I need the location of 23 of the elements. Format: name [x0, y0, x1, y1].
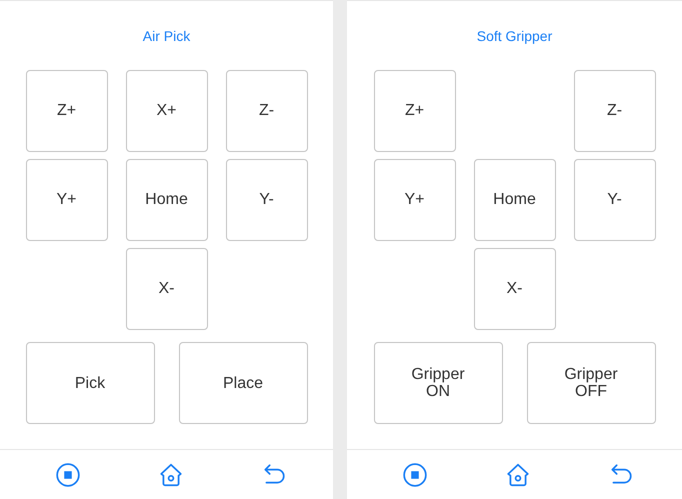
jog-button[interactable]: Y-	[574, 159, 656, 241]
home-icon[interactable]	[505, 462, 531, 488]
jog-button[interactable]: Z+	[26, 70, 108, 152]
action-button[interactable]: Pick	[26, 342, 154, 424]
jog-button[interactable]: X+	[126, 70, 208, 152]
action-button[interactable]: Gripper ON	[374, 342, 502, 424]
panel-title: Air Pick	[142, 27, 190, 45]
stop-icon[interactable]	[402, 462, 428, 488]
panel-title: Soft Gripper	[476, 27, 552, 45]
jog-button[interactable]: Y-	[226, 159, 308, 241]
jog-button[interactable]: Z-	[226, 70, 308, 152]
jog-button[interactable]: Y+	[26, 159, 108, 241]
jog-button[interactable]: Home	[474, 159, 556, 241]
jog-button[interactable]: Z+	[374, 70, 456, 152]
jog-button[interactable]: Y+	[374, 159, 456, 241]
jog-button[interactable]: Home	[126, 159, 208, 241]
action-button[interactable]: Gripper OFF	[526, 342, 656, 424]
jog-button[interactable]: X-	[126, 248, 208, 330]
action-button[interactable]: Place	[178, 342, 308, 424]
home-icon[interactable]	[158, 462, 184, 488]
jog-button[interactable]: Z-	[574, 70, 656, 152]
jog-button[interactable]: X-	[474, 248, 556, 330]
stop-icon[interactable]	[55, 462, 81, 488]
